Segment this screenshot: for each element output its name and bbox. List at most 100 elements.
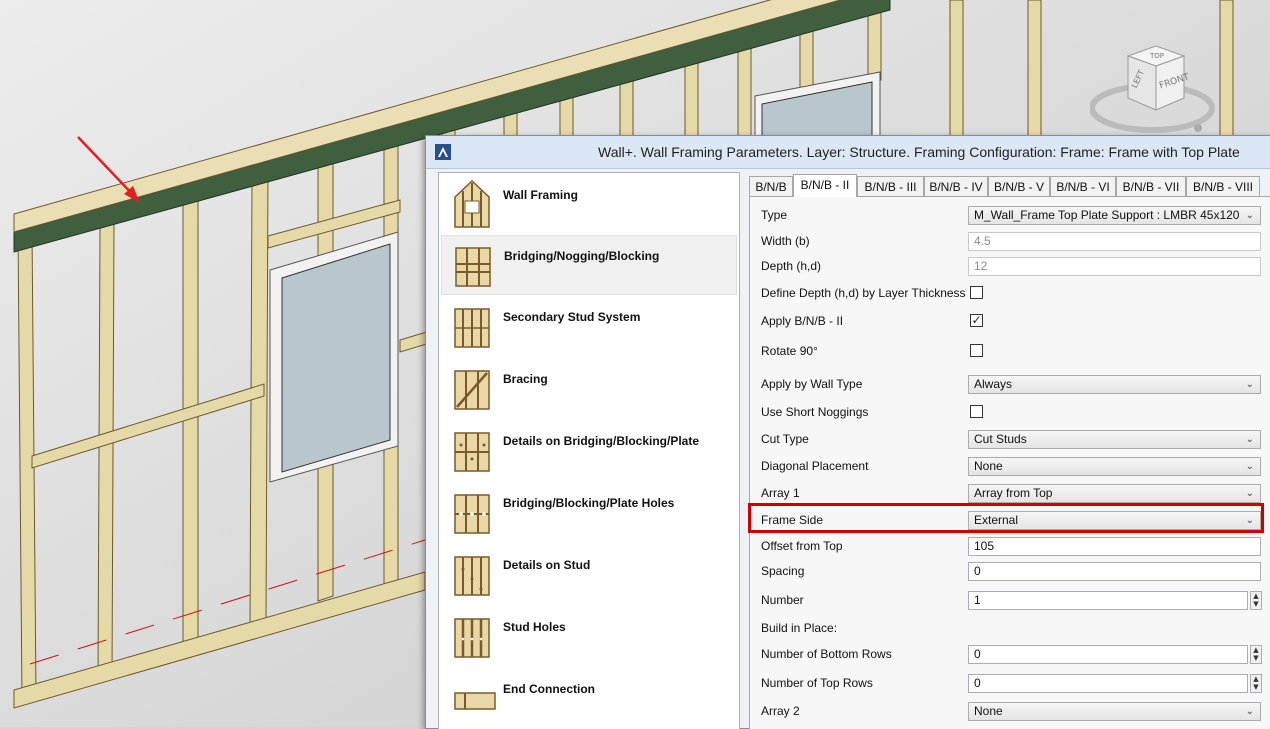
viewcube-home-icon[interactable] <box>1194 124 1202 132</box>
offset-from-top-label: Offset from Top <box>761 539 843 553</box>
row-array1: Array 1 Array from Top ⌄ <box>750 483 1270 505</box>
array1-value: Array from Top <box>974 486 1053 500</box>
spin-down-icon[interactable]: ▼ <box>1251 600 1261 608</box>
spin-down-icon[interactable]: ▼ <box>1251 683 1261 691</box>
number-field[interactable]: 1 <box>968 591 1248 610</box>
end-connection-icon <box>454 692 496 710</box>
nav-item-bridging[interactable]: Bridging/Nogging/Blocking <box>441 235 737 295</box>
nav-label: Bracing <box>503 372 548 386</box>
category-nav-panel: Wall Framing Bridging/Nogging/Blocking S… <box>438 172 740 729</box>
array2-select[interactable]: None ⌄ <box>968 702 1261 721</box>
nav-item-end-connection[interactable]: End Connection <box>441 669 735 727</box>
depth-field[interactable]: 12 <box>968 257 1261 276</box>
tab-bnb-viii[interactable]: B/N/B - VIII <box>1186 176 1260 196</box>
nav-label: Bridging/Blocking/Plate Holes <box>503 496 675 510</box>
number-spinner[interactable]: ▲ ▼ <box>1250 591 1262 610</box>
apply-label: Apply B/N/B - II <box>761 314 844 328</box>
apply-checkbox[interactable]: ✓ <box>970 314 983 327</box>
chevron-down-icon: ⌄ <box>1245 706 1254 717</box>
nav-item-details-bridging[interactable]: Details on Bridging/Blocking/Plate <box>441 421 735 479</box>
top-rows-spinner[interactable]: ▲ ▼ <box>1250 674 1262 693</box>
row-spacing: Spacing 0 <box>750 561 1270 583</box>
spacing-label: Spacing <box>761 564 805 578</box>
type-select[interactable]: M_Wall_Frame Top Plate Support : LMBR 45… <box>968 206 1261 225</box>
type-label: Type <box>761 208 788 222</box>
define-depth-checkbox[interactable] <box>970 286 983 299</box>
nav-item-wall-framing[interactable]: Wall Framing <box>441 175 735 233</box>
diagonal-placement-select[interactable]: None ⌄ <box>968 457 1261 476</box>
nav-label: Details on Stud <box>503 558 591 572</box>
diagonal-placement-value: None <box>974 459 1003 473</box>
short-noggings-checkbox[interactable] <box>970 405 983 418</box>
rotate-checkbox[interactable] <box>970 344 983 357</box>
nav-item-stud-holes[interactable]: Stud Holes <box>441 607 735 665</box>
top-rows-field[interactable]: 0 <box>968 674 1248 693</box>
spin-up-icon[interactable]: ▲ <box>1251 646 1261 654</box>
define-depth-label: Define Depth (h,d) by Layer Thickness <box>761 286 966 300</box>
apply-by-wall-type-select[interactable]: Always ⌄ <box>968 375 1261 394</box>
chevron-down-icon: ⌄ <box>1245 434 1254 445</box>
nav-label: Wall Framing <box>503 188 578 202</box>
dialog-titlebar[interactable]: Wall+. Wall Framing Parameters. Layer: S… <box>426 136 1270 169</box>
bottom-rows-field[interactable]: 0 <box>968 645 1248 664</box>
diagonal-placement-label: Diagonal Placement <box>761 459 869 473</box>
row-width: Width (b) 4.5 <box>750 231 1270 253</box>
nav-item-bracing[interactable]: Bracing <box>441 359 735 417</box>
cut-type-value: Cut Studs <box>974 432 1027 446</box>
tab-bnb-v[interactable]: B/N/B - V <box>988 176 1050 196</box>
row-top-rows: Number of Top Rows 0 ▲ ▼ <box>750 673 1270 695</box>
revit-app-icon[interactable] <box>435 144 451 160</box>
build-in-place-label: Build in Place: <box>761 621 838 635</box>
spacing-field[interactable]: 0 <box>968 562 1261 581</box>
nav-item-details-stud[interactable]: Details on Stud <box>441 545 735 603</box>
tab-bnb-ii[interactable]: B/N/B - II <box>793 174 857 197</box>
array2-value: None <box>974 704 1003 718</box>
apply-by-wall-type-value: Always <box>974 377 1013 391</box>
width-field[interactable]: 4.5 <box>968 232 1261 251</box>
chevron-down-icon: ⌄ <box>1245 461 1254 472</box>
wall-framing-icon <box>454 179 490 228</box>
spin-up-icon[interactable]: ▲ <box>1251 592 1261 600</box>
cut-type-select[interactable]: Cut Studs ⌄ <box>968 430 1261 449</box>
array1-label: Array 1 <box>761 486 800 500</box>
depth-label: Depth (h,d) <box>761 259 822 273</box>
tab-bnb-iii[interactable]: B/N/B - III <box>857 176 924 196</box>
bottom-rows-spinner[interactable]: ▲ ▼ <box>1250 645 1262 664</box>
tab-bnb-vi[interactable]: B/N/B - VI <box>1050 176 1116 196</box>
frame-side-highlight-box <box>748 503 1264 533</box>
stud-holes-icon <box>454 618 490 658</box>
nav-label: End Connection <box>503 682 595 696</box>
row-define-depth: Define Depth (h,d) by Layer Thickness <box>750 283 1270 305</box>
bracing-icon <box>454 370 490 410</box>
tab-bnb-vii[interactable]: B/N/B - VII <box>1116 176 1186 196</box>
offset-from-top-field[interactable]: 105 <box>968 537 1261 556</box>
row-array2: Array 2 None ⌄ <box>750 701 1270 723</box>
spin-down-icon[interactable]: ▼ <box>1251 654 1261 662</box>
row-build-in-place: Build in Place: <box>750 618 1270 640</box>
wall-framing-parameters-dialog: Wall+. Wall Framing Parameters. Layer: S… <box>425 135 1270 729</box>
bridging-icon <box>455 247 491 287</box>
chevron-down-icon: ⌄ <box>1245 488 1254 499</box>
nav-label: Details on Bridging/Blocking/Plate <box>503 434 700 448</box>
tab-bnb-iv[interactable]: B/N/B - IV <box>924 176 988 196</box>
array2-label: Array 2 <box>761 704 800 718</box>
row-offset-from-top: Offset from Top 105 <box>750 536 1270 558</box>
array1-select[interactable]: Array from Top ⌄ <box>968 484 1261 503</box>
property-grid: Type M_Wall_Frame Top Plate Support : LM… <box>749 196 1270 729</box>
row-apply-by-wall-type: Apply by Wall Type Always ⌄ <box>750 374 1270 396</box>
nav-item-secondary-stud[interactable]: Secondary Stud System <box>441 297 735 355</box>
row-cut-type: Cut Type Cut Studs ⌄ <box>750 429 1270 451</box>
view-cube[interactable]: TOP LEFT FRONT <box>1090 40 1220 140</box>
spin-up-icon[interactable]: ▲ <box>1251 675 1261 683</box>
row-type: Type M_Wall_Frame Top Plate Support : LM… <box>750 205 1270 227</box>
row-short-noggings: Use Short Noggings <box>750 402 1270 424</box>
tab-bnb[interactable]: B/N/B <box>749 176 793 196</box>
nav-label: Secondary Stud System <box>503 310 641 324</box>
viewcube-top-label[interactable]: TOP <box>1149 52 1164 60</box>
apply-by-wall-type-label: Apply by Wall Type <box>761 377 863 391</box>
top-rows-label: Number of Top Rows <box>761 676 873 690</box>
number-label: Number <box>761 593 804 607</box>
type-value: M_Wall_Frame Top Plate Support : LMBR 45… <box>974 208 1240 222</box>
short-noggings-label: Use Short Noggings <box>761 405 869 419</box>
nav-item-plate-holes[interactable]: Bridging/Blocking/Plate Holes <box>441 483 735 541</box>
